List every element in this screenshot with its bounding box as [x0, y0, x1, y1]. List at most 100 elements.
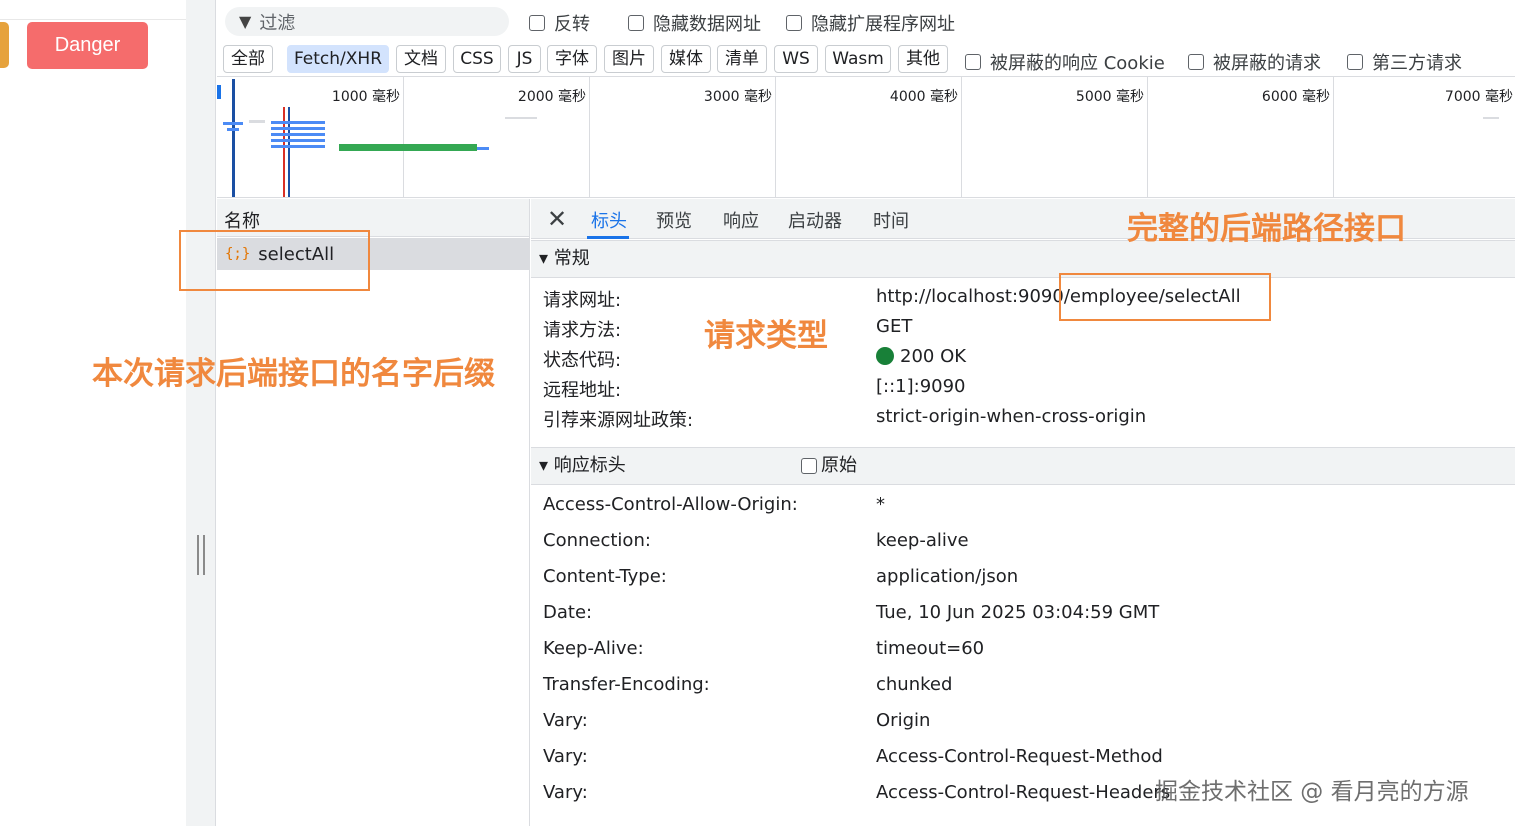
overview-divider: [961, 77, 962, 198]
close-icon[interactable]: ✕: [547, 205, 567, 233]
splitter-handle-icon[interactable]: [197, 535, 205, 575]
hide-extension-urls-checkbox[interactable]: 隐藏扩展程序网址: [786, 10, 955, 36]
request-bar: [227, 128, 239, 131]
warning-button[interactable]: [0, 22, 9, 68]
response-header-value: timeout=60: [876, 638, 985, 659]
danger-button[interactable]: Danger: [27, 22, 148, 69]
funnel-icon: ▼: [239, 12, 252, 31]
blocked-cookies-label: 被屏蔽的响应 Cookie: [990, 53, 1165, 74]
overview-divider: [1147, 77, 1148, 198]
overview-tick-label: 6000 毫秒: [1261, 89, 1330, 105]
filter-ws[interactable]: WS: [774, 45, 818, 73]
hide-extension-urls-label: 隐藏扩展程序网址: [811, 14, 955, 35]
annotation-box-backend-path: [1059, 273, 1271, 321]
request-bar: [249, 120, 265, 123]
annotation-request-type: 请求类型: [704, 318, 828, 354]
checkbox-box[interactable]: [1347, 54, 1363, 70]
response-header-key: Vary:: [543, 746, 588, 767]
raw-label: 原始: [821, 455, 857, 476]
filter-img[interactable]: 图片: [604, 45, 654, 73]
app-page-area: Danger: [0, 0, 186, 826]
request-bar: [271, 127, 325, 130]
filter-other[interactable]: 其他: [898, 45, 948, 73]
checkbox-box[interactable]: [801, 458, 817, 474]
request-bar: [505, 117, 537, 119]
panel-splitter[interactable]: [186, 0, 216, 826]
filter-fetch-xhr[interactable]: Fetch/XHR: [287, 45, 389, 73]
request-method-value: GET: [876, 316, 913, 337]
hide-data-urls-label: 隐藏数据网址: [653, 14, 761, 35]
invert-checkbox[interactable]: 反转: [529, 10, 590, 36]
general-key: 状态代码:: [543, 350, 622, 371]
blocked-cookies-checkbox[interactable]: 被屏蔽的响应 Cookie: [965, 49, 1165, 75]
overview-divider: [775, 77, 776, 198]
response-header-key: Vary:: [543, 782, 588, 803]
response-header-key: Date:: [543, 602, 593, 623]
response-header-value: *: [876, 494, 885, 515]
response-headers-title: ▾ 响应标头: [539, 455, 626, 476]
checkbox-box[interactable]: [529, 15, 545, 31]
third-party-checkbox[interactable]: 第三方请求: [1347, 49, 1462, 75]
overview-tick-label: 2000 毫秒: [517, 89, 586, 105]
overview-tick-label: 1000 毫秒: [331, 89, 400, 105]
network-overview-timeline[interactable]: 1000 毫秒 2000 毫秒 3000 毫秒 4000 毫秒 5000 毫秒 …: [217, 76, 1515, 198]
response-header-key: Keep-Alive:: [543, 638, 644, 659]
checkbox-box[interactable]: [1188, 54, 1204, 70]
response-header-key: Transfer-Encoding:: [543, 674, 710, 695]
general-key: 引荐来源网址政策:: [543, 410, 694, 431]
active-tab-indicator: [587, 236, 629, 239]
response-header-key: Vary:: [543, 710, 588, 731]
page-top-divider: [0, 0, 186, 20]
response-header-key: Access-Control-Allow-Origin:: [543, 494, 798, 515]
request-bar: [271, 133, 325, 136]
annotation-name-suffix: 本次请求后端接口的名字后缀: [92, 356, 495, 392]
invert-label: 反转: [554, 14, 590, 35]
watermark: 掘金技术社区 @ 看月亮的方源: [1155, 779, 1469, 805]
overview-divider: [1333, 77, 1334, 198]
response-header-value: Access-Control-Request-Method: [876, 746, 1163, 767]
request-bar: [271, 145, 325, 148]
response-header-value: Tue, 10 Jun 2025 03:04:59 GMT: [876, 602, 1160, 623]
filter-doc[interactable]: 文档: [396, 45, 446, 73]
filter-toolbar: ▼ 过滤 反转 隐藏数据网址 隐藏扩展程序网址: [217, 0, 1515, 40]
general-key: 请求方法:: [543, 320, 622, 341]
filter-css[interactable]: CSS: [453, 45, 501, 73]
referrer-policy-value: strict-origin-when-cross-origin: [876, 406, 1147, 427]
filter-manifest[interactable]: 清单: [717, 45, 767, 73]
checkbox-box[interactable]: [628, 15, 644, 31]
request-bar: [1483, 117, 1499, 119]
response-header-value: Origin: [876, 710, 931, 731]
response-header-key: Content-Type:: [543, 566, 667, 587]
filter-font[interactable]: 字体: [547, 45, 597, 73]
filter-all[interactable]: 全部: [223, 45, 273, 73]
response-header-value: chunked: [876, 674, 953, 695]
blocked-requests-checkbox[interactable]: 被屏蔽的请求: [1188, 49, 1321, 75]
response-header-key: Connection:: [543, 530, 651, 551]
devtools-network-panel: ▼ 过滤 反转 隐藏数据网址 隐藏扩展程序网址 全部 Fetch/XHR 文档 …: [217, 0, 1515, 826]
tab-timing[interactable]: 时间: [873, 207, 909, 233]
filter-wasm[interactable]: Wasm: [825, 45, 891, 73]
tab-response[interactable]: 响应: [723, 207, 759, 233]
annotation-box-request-name: [179, 230, 370, 291]
request-bar: [223, 122, 243, 125]
response-headers-section-header[interactable]: ▾ 响应标头 原始: [531, 447, 1515, 485]
hide-data-urls-checkbox[interactable]: 隐藏数据网址: [628, 10, 761, 36]
filter-media[interactable]: 媒体: [661, 45, 711, 73]
overview-tick-label: 4000 毫秒: [889, 89, 958, 105]
checkbox-box[interactable]: [786, 15, 802, 31]
response-header-value: application/json: [876, 566, 1019, 587]
request-details-panel: ✕ 标头 预览 响应 启动器 时间 ▾ 常规 请求网址: http://loca…: [531, 199, 1515, 826]
request-bar: [477, 147, 489, 150]
tab-initiator[interactable]: 启动器: [788, 207, 842, 233]
overview-divider: [589, 77, 590, 198]
filter-placeholder: 过滤: [259, 12, 296, 34]
status-ok-icon: [876, 347, 894, 365]
status-code-value: 200 OK: [876, 346, 966, 367]
raw-checkbox[interactable]: 原始: [801, 448, 857, 484]
filter-input[interactable]: ▼ 过滤: [225, 7, 509, 36]
tab-headers[interactable]: 标头: [591, 207, 627, 233]
request-bar: [271, 139, 325, 142]
tab-preview[interactable]: 预览: [656, 207, 692, 233]
checkbox-box[interactable]: [965, 54, 981, 70]
filter-js[interactable]: JS: [508, 45, 541, 73]
